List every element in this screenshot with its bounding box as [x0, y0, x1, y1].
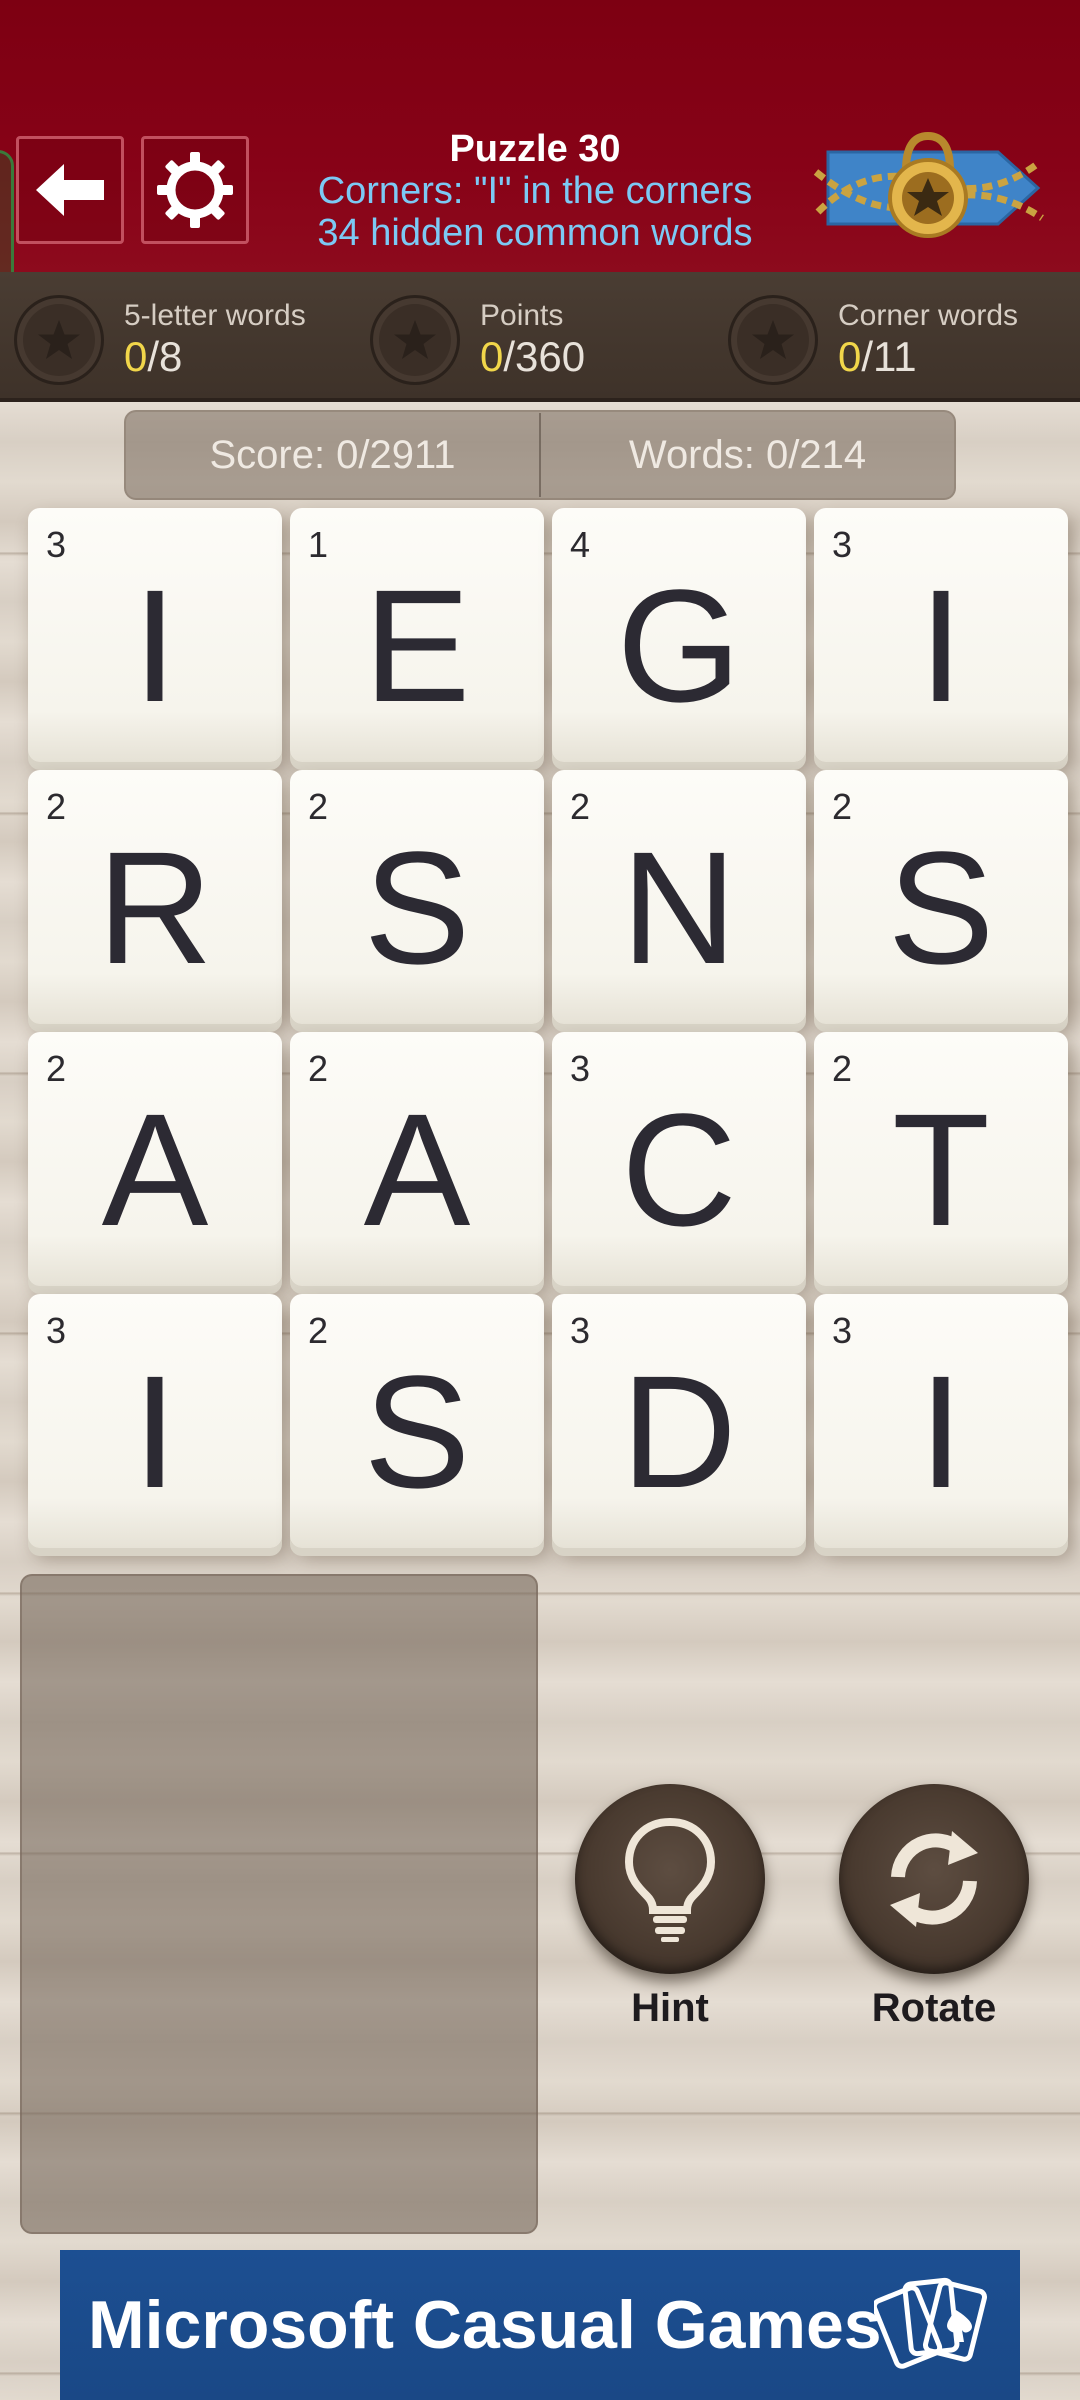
tile-letter: N: [621, 818, 737, 997]
star-icon: [14, 295, 104, 385]
star-icon: [728, 295, 818, 385]
letter-tile[interactable]: 2 A: [28, 1032, 282, 1286]
tile-points: 2: [308, 1310, 329, 1351]
tile-letter: D: [621, 1342, 737, 1521]
tile-letter: S: [887, 818, 995, 997]
tile-letter: I: [918, 556, 964, 735]
stat-label: Corner words: [838, 299, 1019, 332]
score-bar: Score: 0/2911 Words: 0/214: [124, 410, 956, 500]
tile-points: 2: [308, 786, 329, 827]
tile-points: 3: [570, 1048, 591, 1089]
settings-button[interactable]: [141, 136, 249, 244]
tile-letter: E: [363, 556, 471, 735]
gear-icon: [157, 152, 233, 228]
lightbulb-icon: [624, 1817, 716, 1942]
back-button[interactable]: [16, 136, 124, 244]
rotate-icon: [890, 1831, 978, 1927]
next-puzzle-locked-badge[interactable]: [808, 122, 1048, 254]
tile-points: 2: [308, 1048, 329, 1089]
letter-tile[interactable]: 3 I: [814, 508, 1068, 762]
stat-label: 5-letter words: [124, 299, 306, 332]
tile-letter: A: [101, 1080, 209, 1259]
stat-value: 0/11: [838, 333, 917, 380]
tile-points: 3: [570, 1310, 591, 1351]
puzzle-hidden-words: 34 hidden common words: [317, 212, 753, 254]
puzzle-rule: Corners: "I" in the corners: [317, 170, 753, 212]
tile-points: 2: [832, 1048, 853, 1089]
banner-text: Microsoft Casual Games: [88, 2287, 882, 2363]
tile-points: 3: [46, 524, 67, 565]
rotate-button[interactable]: Rotate: [836, 1784, 1032, 2031]
letter-tile[interactable]: 3 C: [552, 1032, 806, 1286]
tile-letter: I: [132, 556, 178, 735]
tile-letter: T: [892, 1080, 990, 1259]
letter-tile[interactable]: 2 T: [814, 1032, 1068, 1286]
letter-tile[interactable]: 2 A: [290, 1032, 544, 1286]
hint-button[interactable]: Hint: [572, 1784, 768, 2031]
tile-points: 3: [832, 524, 853, 565]
stat-corner-words: Corner words 0/11: [728, 292, 1018, 388]
stat-value: 0/8: [124, 333, 183, 380]
microsoft-casual-games-banner[interactable]: Microsoft Casual Games: [60, 2250, 1020, 2400]
tile-points: 2: [46, 786, 67, 827]
letter-tile[interactable]: 3 I: [814, 1294, 1068, 1548]
tile-letter: I: [132, 1342, 178, 1521]
tile-points: 2: [570, 786, 591, 827]
letter-tile[interactable]: 2 S: [290, 770, 544, 1024]
rotate-label: Rotate: [871, 1986, 997, 2030]
tile-points: 1: [308, 524, 329, 565]
letter-tile[interactable]: 2 N: [552, 770, 806, 1024]
rotate-circle[interactable]: [839, 1784, 1029, 1974]
puzzle-title: Puzzle 30: [449, 128, 621, 170]
letter-tile[interactable]: 3 I: [28, 1294, 282, 1548]
score-text: Score: 0/2911: [209, 432, 456, 477]
star-icon: [370, 295, 460, 385]
letter-tile[interactable]: 4 G: [552, 508, 806, 762]
found-words-panel[interactable]: [20, 1574, 538, 2234]
letter-tile[interactable]: 3 D: [552, 1294, 806, 1548]
letter-tile[interactable]: 2 R: [28, 770, 282, 1024]
tile-letter: A: [363, 1080, 471, 1259]
letter-tile[interactable]: 3 I: [28, 508, 282, 762]
words-count-text: Words: 0/214: [628, 432, 867, 477]
tile-points: 2: [832, 786, 853, 827]
stat-value: 0/360: [480, 333, 586, 380]
tile-points: 3: [46, 1310, 67, 1351]
tile-letter: S: [363, 1342, 471, 1521]
tile-letter: R: [97, 818, 213, 997]
letter-grid: 3 I 1 E 4 G 3 I 2 R 2 S 2 N 2 S 2 A 2 A …: [28, 508, 1068, 1548]
tile-letter: C: [621, 1080, 737, 1259]
arrow-left-icon: [36, 164, 104, 216]
stat-five-letter-words: 5-letter words 0/8: [14, 292, 306, 388]
playing-cards-icon: [874, 2277, 988, 2369]
hint-label: Hint: [631, 1986, 709, 2030]
tile-letter: S: [363, 818, 471, 997]
stats-bar: 5-letter words 0/8 Points 0/360 Corner w…: [0, 272, 1080, 402]
letter-tile[interactable]: 2 S: [814, 770, 1068, 1024]
letter-tile[interactable]: 2 S: [290, 1294, 544, 1548]
padlock-icon: [813, 131, 1044, 238]
hint-circle[interactable]: [575, 1784, 765, 1974]
stat-label: Points: [480, 299, 564, 332]
tile-letter: G: [616, 556, 742, 735]
tile-points: 3: [832, 1310, 853, 1351]
tile-letter: I: [918, 1342, 964, 1521]
letter-tile[interactable]: 1 E: [290, 508, 544, 762]
stat-points: Points 0/360: [370, 292, 585, 388]
tile-points: 4: [570, 524, 591, 565]
header: Puzzle 30 Corners: "I" in the corners 34…: [0, 0, 1080, 340]
tile-points: 2: [46, 1048, 67, 1089]
